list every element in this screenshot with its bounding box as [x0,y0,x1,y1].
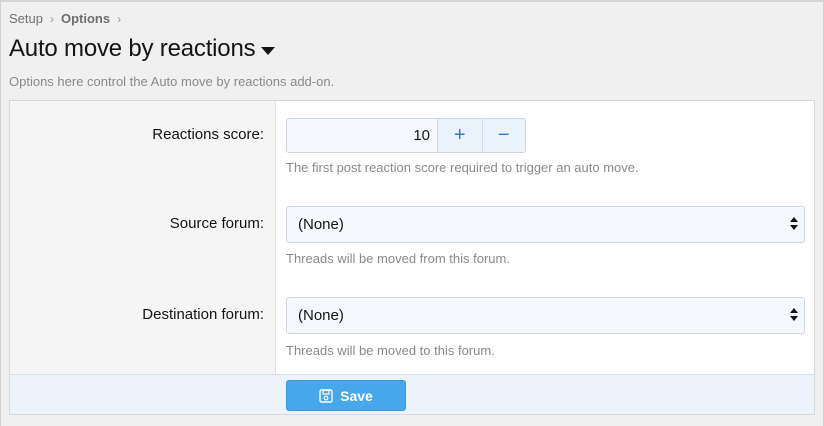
options-form: Reactions score: + − The first post reac… [9,100,815,415]
top-border [0,0,824,2]
breadcrumb: Setup › Options › [9,11,128,26]
increment-button[interactable]: + [438,119,482,152]
destination-forum-value: (None) [298,307,344,324]
decrement-button[interactable]: − [481,119,525,152]
save-button-label: Save [340,387,373,404]
chevron-right-icon: › [49,11,54,26]
page-title-row[interactable]: Auto move by reactions [9,35,276,63]
source-forum-select[interactable]: (None) [286,206,805,243]
caret-down-icon[interactable] [261,46,276,55]
breadcrumb-setup[interactable]: Setup [9,11,43,26]
source-forum-value: (None) [298,216,344,233]
save-button[interactable]: Save [286,380,406,411]
chevron-right-icon: › [117,11,122,26]
save-icon [319,388,333,403]
page-description: Options here control the Auto move by re… [9,74,335,89]
page-title: Auto move by reactions [9,35,256,62]
source-forum-hint: Threads will be moved from this forum. [286,251,510,266]
breadcrumb-options[interactable]: Options [61,11,110,26]
reactions-score-label: Reactions score: [152,126,264,143]
plus-icon: + [453,124,466,146]
destination-forum-label: Destination forum: [142,306,264,323]
destination-forum-hint: Threads will be moved to this forum. [286,343,495,358]
window-border-left [0,0,1,426]
reactions-score-input[interactable] [287,119,438,152]
source-forum-label: Source forum: [169,215,264,232]
reactions-score-hint: The first post reaction score required t… [286,160,639,175]
destination-forum-select[interactable]: (None) [286,297,805,334]
select-arrows-icon [790,308,798,322]
form-footer: Save [10,374,814,414]
select-arrows-icon [790,217,798,231]
minus-icon: − [497,124,510,146]
reactions-score-stepper: + − [286,118,526,153]
